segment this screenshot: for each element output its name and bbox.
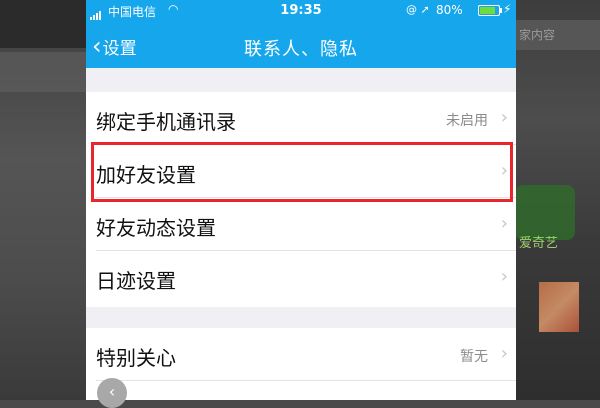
- floating-back-button[interactable]: ‹: [97, 378, 127, 408]
- background-left: [0, 0, 86, 400]
- row-label: 绑定手机通讯录: [96, 110, 236, 134]
- location-icon: @ ➚: [406, 3, 430, 16]
- chevron-right-icon: ›: [500, 213, 508, 234]
- background-app-label: 爱奇艺: [519, 236, 559, 251]
- chevron-right-icon: ›: [500, 343, 508, 364]
- background-band: [0, 0, 86, 48]
- phone-screen: 中国电信 ◠ 19:35 @ ➚ 80% ⚡ ‹ 设置 联系人、隐私 绑定手机通…: [86, 0, 516, 400]
- row-bind-contacts[interactable]: 绑定手机通讯录 未启用 ›: [86, 92, 516, 145]
- divider: [96, 380, 516, 381]
- row-value: 未启用: [446, 113, 488, 129]
- background-search-bar: 家内容: [515, 20, 600, 50]
- status-bar: 中国电信 ◠ 19:35 @ ➚ 80% ⚡: [86, 0, 516, 22]
- background-band: [0, 52, 86, 92]
- row-value: 暂无: [460, 349, 488, 365]
- nav-header: 中国电信 ◠ 19:35 @ ➚ 80% ⚡ ‹ 设置 联系人、隐私: [86, 0, 516, 68]
- row-special-care[interactable]: 特别关心 暂无 ›: [86, 328, 516, 381]
- charging-icon: ⚡: [503, 2, 512, 16]
- row-friend-feed-settings[interactable]: 好友动态设置 ›: [86, 198, 516, 251]
- row-label: 好友动态设置: [96, 216, 216, 240]
- row-label: 日迹设置: [96, 269, 176, 293]
- battery-percent: 80%: [436, 3, 463, 17]
- background-bar-text: 家内容: [519, 28, 556, 42]
- page-title: 联系人、隐私: [244, 39, 358, 60]
- row-label: 特别关心: [96, 346, 176, 370]
- chevron-left-icon: ‹: [108, 382, 116, 401]
- background-pixelated-image: [539, 282, 579, 332]
- row-daily-trace-settings[interactable]: 日迹设置 ›: [86, 251, 516, 304]
- battery-icon: [478, 5, 502, 16]
- chevron-right-icon: ›: [500, 266, 508, 287]
- background-right: 家内容 爱奇艺: [515, 0, 600, 400]
- highlight-box: [91, 142, 513, 202]
- chevron-right-icon: ›: [500, 107, 508, 128]
- settings-group: 特别关心 暂无 ›: [86, 328, 516, 400]
